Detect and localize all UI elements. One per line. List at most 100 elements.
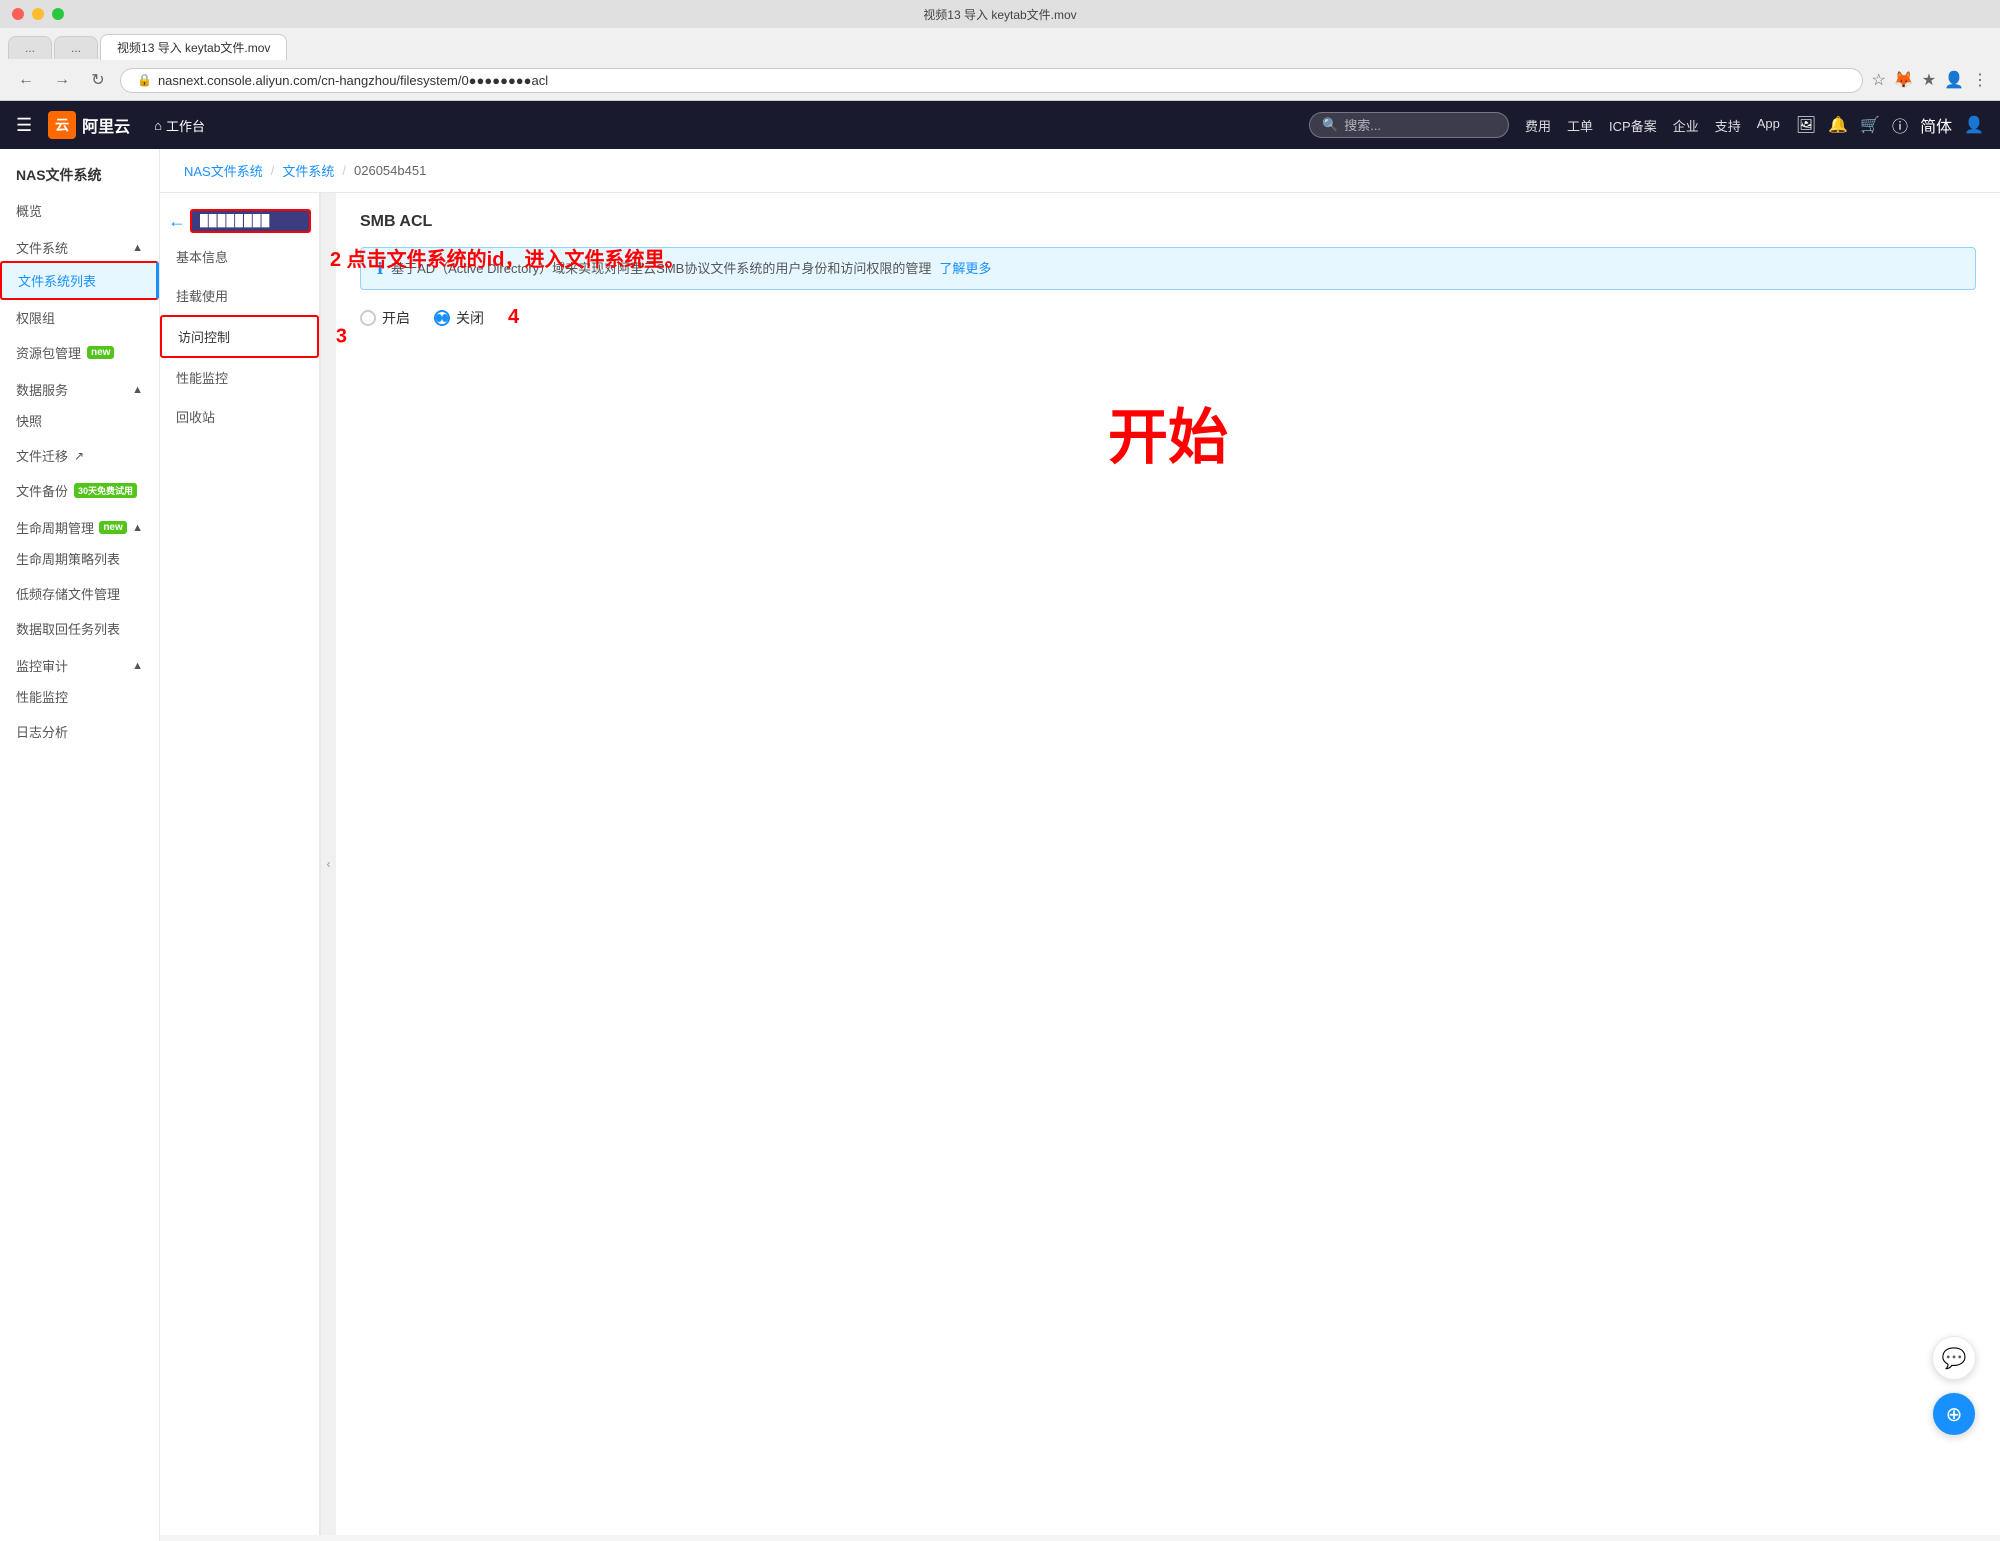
image-icon[interactable]: 🖼 — [1796, 115, 1816, 135]
header-menu-ticket[interactable]: 工单 — [1567, 116, 1593, 135]
content-area: NAS文件系统 / 文件系统 / 026054b451 ← ████████ 2… — [160, 149, 2000, 1541]
header-menu-support[interactable]: 支持 — [1715, 116, 1741, 135]
sidebar-section-lifecycle[interactable]: 生命周期管理 new ▲ — [0, 508, 159, 541]
sidebar-item-lifecycle-list[interactable]: 生命周期策略列表 — [0, 541, 159, 576]
log-analysis-label: 日志分析 — [16, 722, 68, 741]
radio-off-circle — [434, 310, 450, 326]
minimize-button[interactable] — [32, 8, 44, 20]
back-button[interactable]: ← — [12, 66, 40, 94]
sidebar-item-cold-storage[interactable]: 低频存储文件管理 — [0, 576, 159, 611]
sidebar-section-data[interactable]: 数据服务 ▲ — [0, 370, 159, 403]
star-icon[interactable]: ★ — [1922, 70, 1936, 90]
data-section-label: 数据服务 — [16, 380, 68, 399]
radio-on-circle — [360, 310, 376, 326]
mac-titlebar: 视频13 导入 keytab文件.mov — [0, 0, 2000, 28]
header-menu-enterprise[interactable]: 企业 — [1673, 116, 1699, 135]
lifecycle-list-label: 生命周期策略列表 — [16, 549, 120, 568]
sidebar-item-perf-monitor[interactable]: 性能监控 — [0, 679, 159, 714]
header-menu-items: 费用 工单 ICP备案 企业 支持 App — [1525, 116, 1780, 135]
sidebar-item-file-backup[interactable]: 文件备份 30天免费试用 — [0, 473, 159, 508]
chevron-up-icon-2: ▲ — [132, 384, 143, 396]
sidebar-item-file-migration[interactable]: 文件迁移 ↗ — [0, 438, 159, 473]
fs-nav-perf-monitor[interactable]: 性能监控 — [160, 358, 319, 397]
radio-group: 开启 关闭 4 — [360, 306, 1976, 329]
header-menu-icp[interactable]: ICP备案 — [1609, 116, 1657, 135]
chevron-left-icon: ‹ — [327, 857, 331, 871]
more-icon[interactable]: ⋮ — [1972, 70, 1988, 90]
header-menu-fees[interactable]: 费用 — [1525, 116, 1551, 135]
address-bar[interactable]: 🔒 nasnext.console.aliyun.com/cn-hangzhou… — [120, 68, 1863, 93]
trial-badge: 30天免费试用 — [74, 483, 137, 498]
header-search[interactable]: 🔍 — [1309, 112, 1509, 138]
smb-content: SMB ACL ℹ 基于AD（Active Directory）域来实现对阿里云… — [336, 193, 2000, 1535]
fs-nav-recycle[interactable]: 回收站 — [160, 397, 319, 436]
avatar-icon[interactable]: 👤 — [1964, 115, 1984, 135]
floating-chat-button[interactable]: 💬 — [1932, 1336, 1976, 1380]
sidebar-item-overview[interactable]: 概览 — [0, 193, 159, 228]
acl-group-label: 权限组 — [16, 308, 55, 327]
floating-help-button[interactable]: ⊕ — [1932, 1392, 1976, 1436]
sidebar-section-monitor[interactable]: 监控审计 ▲ — [0, 646, 159, 679]
sidebar-item-snapshot[interactable]: 快照 — [0, 403, 159, 438]
chevron-up-icon-4: ▲ — [132, 660, 143, 672]
workbench-button[interactable]: ⌂ 工作台 — [146, 112, 213, 139]
resource-pkg-label: 资源包管理 — [16, 343, 81, 362]
step2-text: 2 点击文件系统的id，进入文件系统里。 — [330, 249, 684, 271]
home-icon: ⌂ — [154, 118, 162, 133]
header-menu-app[interactable]: App — [1757, 116, 1780, 135]
logo-icon: 云 — [48, 111, 76, 139]
browser-tab-1[interactable]: ... — [8, 36, 52, 59]
new-badge: new — [87, 346, 114, 359]
lang-label[interactable]: 简体 — [1920, 113, 1952, 137]
chevron-up-icon: ▲ — [132, 242, 143, 254]
step4-label: 4 — [508, 306, 519, 329]
aliyun-header: ☰ 云 阿里云 ⌂ 工作台 🔍 费用 工单 ICP备案 企业 支持 App 🖼 … — [0, 101, 2000, 149]
fs-id-box[interactable]: ████████ — [190, 209, 311, 233]
back-arrow-icon[interactable]: ← — [168, 211, 186, 232]
extension-icon[interactable]: 🦊 — [1894, 70, 1914, 90]
forward-button[interactable]: → — [48, 66, 76, 94]
radio-on[interactable]: 开启 — [360, 308, 410, 328]
filesystem-list-label: 文件系统列表 — [18, 271, 96, 290]
bell-icon[interactable]: 🔔 — [1828, 115, 1848, 135]
browser-actions: ☆ 🦊 ★ 👤 ⋮ — [1871, 70, 1988, 90]
sidebar-item-acl-group[interactable]: 权限组 — [0, 300, 159, 335]
breadcrumb-nas[interactable]: NAS文件系统 — [184, 161, 263, 180]
smb-acl-title: SMB ACL — [360, 213, 1976, 231]
breadcrumb-sep-2: / — [342, 163, 346, 178]
access-control-label: 访问控制 — [178, 330, 230, 345]
fs-id-text: ████████ — [200, 215, 270, 227]
sidebar-item-data-retrieve[interactable]: 数据取回任务列表 — [0, 611, 159, 646]
external-link-icon: ↗ — [74, 449, 84, 463]
file-migration-label: 文件迁移 — [16, 446, 68, 465]
radio-off[interactable]: 关闭 — [434, 308, 484, 328]
hamburger-menu-icon[interactable]: ☰ — [16, 115, 32, 136]
help-icon[interactable]: ⓘ — [1892, 113, 1908, 137]
sidebar-item-log-analysis[interactable]: 日志分析 — [0, 714, 159, 749]
breadcrumb-filesystem[interactable]: 文件系统 — [282, 161, 334, 180]
step3-label: 3 — [336, 325, 347, 348]
fs-nav-access-control[interactable]: 访问控制 3 — [160, 315, 319, 358]
lock-icon: 🔒 — [137, 73, 152, 87]
refresh-button[interactable]: ↻ — [84, 66, 112, 94]
learn-more-link[interactable]: 了解更多 — [939, 258, 991, 277]
step2-annotation: 2 点击文件系统的id，进入文件系统里。 — [330, 243, 684, 272]
browser-tab-2[interactable]: ... — [54, 36, 98, 59]
cart-icon[interactable]: 🛒 — [1860, 115, 1880, 135]
browser-tab-active[interactable]: 视频13 导入 keytab文件.mov — [100, 34, 287, 60]
fullscreen-button[interactable] — [52, 8, 64, 20]
account-icon[interactable]: 👤 — [1944, 70, 1964, 90]
sidebar-collapse-handle[interactable]: ‹ — [320, 193, 336, 1535]
bookmark-icon[interactable]: ☆ — [1871, 70, 1885, 90]
radio-on-label: 开启 — [382, 308, 410, 328]
overview-label: 概览 — [16, 201, 42, 220]
sidebar-section-filesystem[interactable]: 文件系统 ▲ — [0, 228, 159, 261]
close-button[interactable] — [12, 8, 24, 20]
search-input[interactable] — [1344, 118, 1484, 133]
breadcrumb-id: 026054b451 — [354, 163, 426, 178]
sidebar-item-filesystem-list[interactable]: 文件系统列表 1 — [0, 261, 159, 300]
fs-nav-mount[interactable]: 挂载使用 — [160, 276, 319, 315]
fs-nav-basic-info[interactable]: 基本信息 — [160, 237, 319, 276]
mount-label: 挂载使用 — [176, 289, 228, 304]
sidebar-item-resource-pkg[interactable]: 资源包管理 new — [0, 335, 159, 370]
